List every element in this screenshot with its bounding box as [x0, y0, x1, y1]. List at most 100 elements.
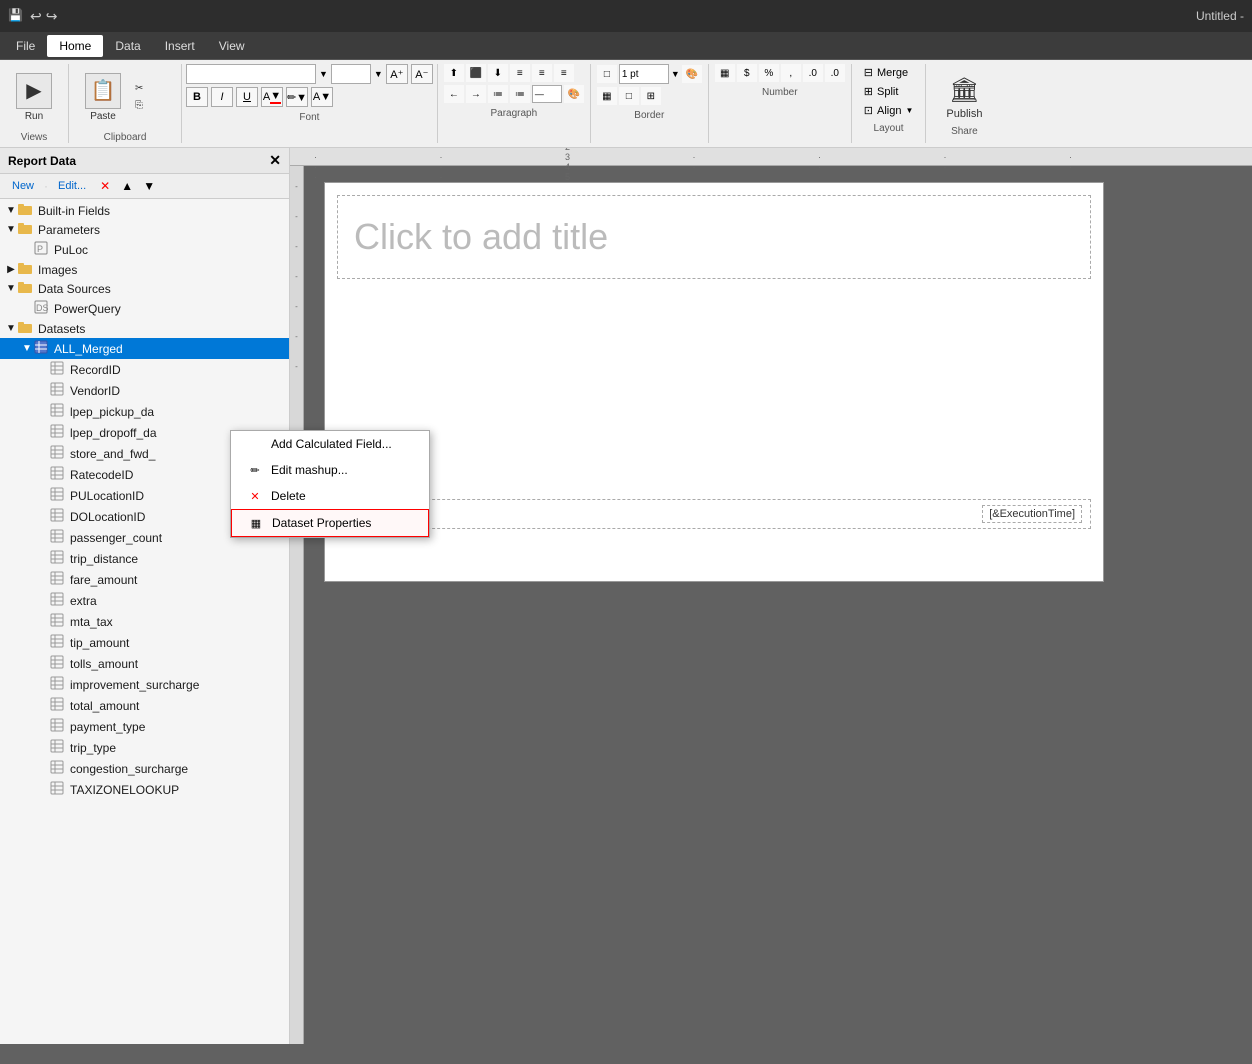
- indent-dec-button[interactable]: ←: [444, 85, 464, 103]
- list-unordered-button[interactable]: ≔: [488, 85, 508, 103]
- delete-toolbar-button[interactable]: ✕: [96, 177, 114, 195]
- cut-button[interactable]: ✂: [133, 81, 173, 96]
- edit-mashup-label: Edit mashup...: [271, 463, 348, 477]
- grow-font-button[interactable]: A⁺: [386, 64, 408, 84]
- canvas-with-ruler: - - - - - - - Click to add title: [290, 166, 1252, 1044]
- context-dataset-properties[interactable]: ▦ Dataset Properties: [231, 509, 429, 537]
- tree-item-congestion_surcharge[interactable]: congestion_surcharge: [0, 758, 289, 779]
- copy-button[interactable]: ⎘: [133, 98, 173, 113]
- run-button[interactable]: ▶ Run: [8, 69, 60, 126]
- tree-item-data-sources[interactable]: ▼Data Sources: [0, 279, 289, 298]
- menu-view[interactable]: View: [207, 35, 257, 57]
- paste-button[interactable]: 📋 Paste: [77, 69, 129, 126]
- align-layout-button[interactable]: ⊡ Align ▼: [860, 102, 918, 119]
- tree-item-images[interactable]: ▶Images: [0, 260, 289, 279]
- tree-item-taxizonelookup[interactable]: TAXIZONELOOKUP: [0, 779, 289, 800]
- border-style-button[interactable]: □: [597, 65, 617, 83]
- tree-item-datasets[interactable]: ▼Datasets: [0, 319, 289, 338]
- menu-home[interactable]: Home: [47, 35, 103, 57]
- tree-item-vendorid[interactable]: VendorID: [0, 380, 289, 401]
- tree-item-tip_amount[interactable]: tip_amount: [0, 632, 289, 653]
- move-down-button[interactable]: ▼: [140, 177, 158, 195]
- border-size-input[interactable]: [619, 64, 669, 84]
- tree-item-trip_distance[interactable]: trip_distance: [0, 548, 289, 569]
- context-edit-mashup[interactable]: ✏ Edit mashup...: [231, 457, 429, 483]
- context-delete[interactable]: ✕ Delete: [231, 483, 429, 509]
- tree-label-datasets: Datasets: [38, 322, 85, 336]
- number-format-button[interactable]: ▦: [715, 64, 735, 82]
- list-ordered-button[interactable]: ≔: [510, 85, 530, 103]
- tree-label-total_amount: total_amount: [70, 699, 139, 713]
- font-color-button[interactable]: A▼: [261, 87, 283, 107]
- decimal-dec-button[interactable]: .0: [825, 64, 845, 82]
- move-up-button[interactable]: ▲: [118, 177, 136, 195]
- tree-label-recordid: RecordID: [70, 363, 121, 377]
- font-size-input[interactable]: [331, 64, 371, 84]
- undo-button[interactable]: ↩: [30, 8, 42, 25]
- tree-item-powerquery[interactable]: DSPowerQuery: [0, 298, 289, 319]
- tree-item-trip_type[interactable]: trip_type: [0, 737, 289, 758]
- align-bottom-button[interactable]: ⬇: [488, 64, 508, 82]
- line-spacing-input[interactable]: —: [532, 85, 562, 103]
- new-button[interactable]: New: [6, 178, 40, 194]
- font-name-input[interactable]: [186, 64, 316, 84]
- tree-icon-taxizonelookup: [50, 781, 64, 798]
- border-color-button[interactable]: 🎨: [682, 65, 702, 83]
- edit-button[interactable]: Edit...: [52, 178, 92, 194]
- panel-close-button[interactable]: ✕: [269, 152, 281, 169]
- align-right-button[interactable]: ≡: [554, 64, 574, 82]
- bold-button[interactable]: B: [186, 87, 208, 107]
- font-bg-button[interactable]: A▼: [311, 87, 333, 107]
- border-all-button[interactable]: ▦: [597, 87, 617, 105]
- tree-label-tip_amount: tip_amount: [70, 636, 129, 650]
- merge-icon: ⊟: [864, 66, 873, 79]
- tree-item-parameters[interactable]: ▼Parameters: [0, 220, 289, 239]
- menu-data[interactable]: Data: [103, 35, 152, 57]
- align-center-button[interactable]: ≡: [532, 64, 552, 82]
- tree-item-built-in-fields[interactable]: ▼Built-in Fields: [0, 201, 289, 220]
- highlight-button[interactable]: ✏▼: [286, 87, 308, 107]
- tree-icon-trip_distance: [50, 550, 64, 567]
- tree-item-extra[interactable]: extra: [0, 590, 289, 611]
- split-icon: ⊞: [864, 85, 873, 98]
- report-title-area[interactable]: Click to add title: [337, 195, 1091, 279]
- menu-file[interactable]: File: [4, 35, 47, 57]
- tree-item-tolls_amount[interactable]: tolls_amount: [0, 653, 289, 674]
- font-size-dropdown[interactable]: ▼: [374, 69, 383, 79]
- currency-button[interactable]: $: [737, 64, 757, 82]
- tree-item-fare_amount[interactable]: fare_amount: [0, 569, 289, 590]
- italic-button[interactable]: I: [211, 87, 233, 107]
- decimal-inc-button[interactable]: .0: [803, 64, 823, 82]
- split-button[interactable]: ⊞ Split: [860, 83, 918, 100]
- thousands-button[interactable]: ,: [781, 64, 801, 82]
- redo-button[interactable]: ↪: [46, 8, 58, 25]
- percent-button[interactable]: %: [759, 64, 779, 82]
- tree-item-all-merged[interactable]: ▼ALL_Merged: [0, 338, 289, 359]
- tree-item-mta_tax[interactable]: mta_tax: [0, 611, 289, 632]
- indent-inc-button[interactable]: →: [466, 85, 486, 103]
- border-custom-button[interactable]: ⊞: [641, 87, 661, 105]
- tree-item-payment_type[interactable]: payment_type: [0, 716, 289, 737]
- tree-item-total_amount[interactable]: total_amount: [0, 695, 289, 716]
- shrink-font-button[interactable]: A⁻: [411, 64, 433, 84]
- color-fill-button[interactable]: 🎨: [564, 85, 584, 103]
- tree-item-lpep_pickup_da[interactable]: lpep_pickup_da: [0, 401, 289, 422]
- tree-item-puloc[interactable]: PPuLoc: [0, 239, 289, 260]
- tree-item-recordid[interactable]: RecordID: [0, 359, 289, 380]
- border-size-dropdown[interactable]: ▼: [671, 69, 680, 79]
- svg-text:P: P: [37, 244, 43, 254]
- context-add-calculated[interactable]: Add Calculated Field...: [231, 431, 429, 457]
- report-canvas[interactable]: Click to add title [&ExecutionTime]: [324, 182, 1104, 582]
- tree-item-improvement_surcharge[interactable]: improvement_surcharge: [0, 674, 289, 695]
- menu-insert[interactable]: Insert: [153, 35, 207, 57]
- align-middle-button[interactable]: ⬛: [466, 64, 486, 82]
- align-top-button[interactable]: ⬆: [444, 64, 464, 82]
- run-icon: ▶: [16, 73, 52, 109]
- publish-button[interactable]: 🏛 Publish: [938, 68, 990, 124]
- font-name-dropdown[interactable]: ▼: [319, 69, 328, 79]
- align-left-button[interactable]: ≡: [510, 64, 530, 82]
- underline-button[interactable]: U: [236, 87, 258, 107]
- border-none-button[interactable]: □: [619, 87, 639, 105]
- merge-button[interactable]: ⊟ Merge: [860, 64, 918, 81]
- vruler-2: -: [290, 212, 303, 242]
